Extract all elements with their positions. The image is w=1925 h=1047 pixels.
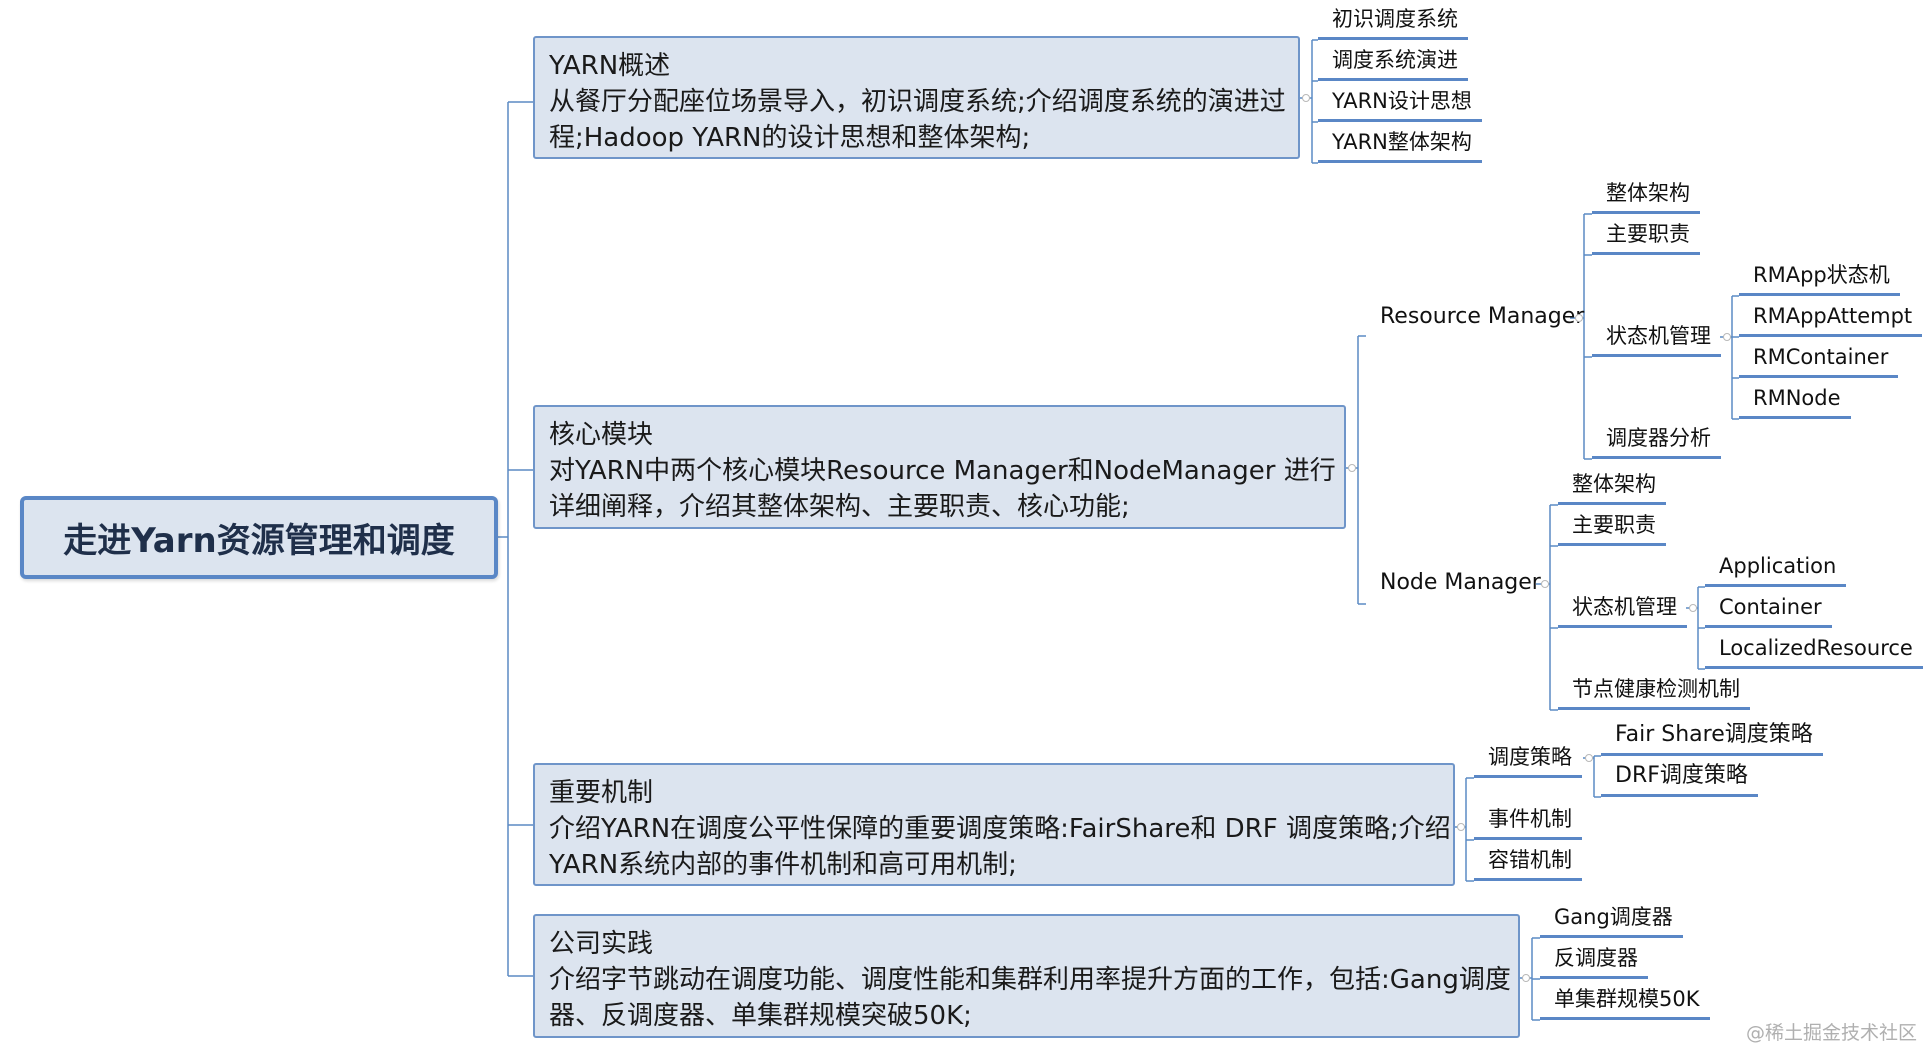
collapse-toggle-icon[interactable] (1348, 464, 1356, 472)
subtopic[interactable]: 整体架构 (1558, 467, 1666, 505)
subtopic[interactable]: Fair Share调度策略 (1601, 718, 1823, 756)
subtopic[interactable]: 状态机管理 (1592, 319, 1721, 357)
topic-core-modules[interactable]: 核心模块 对YARN中两个核心模块Resource Manager和NodeMa… (533, 405, 1346, 529)
collapse-toggle-icon[interactable] (1689, 604, 1697, 612)
collapse-toggle-icon[interactable] (1541, 580, 1549, 588)
topic-description-line: 程;Hadoop YARN的设计思想和整体架构; (549, 123, 1031, 153)
subtopic[interactable]: RMContainer (1739, 340, 1899, 378)
topic-title: 核心模块 (549, 420, 654, 450)
topic-description-line: 介绍YARN在调度公平性保障的重要调度策略:FairShare和 DRF 调度策… (549, 814, 1451, 844)
subtopic[interactable]: YARN整体架构 (1318, 125, 1482, 163)
collapse-toggle-icon[interactable] (1723, 333, 1731, 341)
subtopic[interactable]: DRF调度策略 (1601, 759, 1758, 797)
root-topic-label: 走进Yarn资源管理和调度 (63, 521, 455, 561)
root-topic[interactable]: 走进Yarn资源管理和调度 (20, 496, 498, 579)
subtopic[interactable]: 反调度器 (1540, 941, 1648, 979)
topic-yarn-overview[interactable]: YARN概述 从餐厅分配座位场景导入，初识调度系统;介绍调度系统的演进过 程;H… (533, 36, 1300, 159)
topic-key-mechanisms[interactable]: 重要机制 介绍YARN在调度公平性保障的重要调度策略:FairShare和 DR… (533, 763, 1455, 886)
topic-title: 公司实践 (549, 929, 654, 959)
collapse-toggle-icon[interactable] (1302, 94, 1310, 102)
collapse-toggle-icon[interactable] (1522, 974, 1530, 982)
subtopic[interactable]: 状态机管理 (1558, 590, 1687, 628)
subtopic[interactable]: 调度策略 (1474, 740, 1582, 778)
subtopic[interactable]: YARN设计思想 (1318, 84, 1482, 122)
subtopic[interactable]: 主要职责 (1558, 508, 1666, 546)
subtopic-node-manager[interactable]: Node Manager (1366, 566, 1551, 604)
topic-title: YARN概述 (549, 51, 671, 81)
topic-description-line: 详细阐释，介绍其整体架构、主要职责、核心功能; (549, 492, 1130, 522)
subtopic[interactable]: RMNode (1739, 381, 1851, 419)
subtopic[interactable]: 容错机制 (1474, 843, 1582, 881)
subtopic[interactable]: Container (1705, 590, 1832, 628)
subtopic[interactable]: 调度系统演进 (1318, 43, 1468, 81)
collapse-toggle-icon[interactable] (1457, 823, 1465, 831)
subtopic[interactable]: RMAppAttempt (1739, 299, 1923, 337)
subtopic[interactable]: 整体架构 (1592, 176, 1700, 214)
topic-description-line: 介绍字节跳动在调度功能、调度性能和集群利用率提升方面的工作，包括:Gang调度 (549, 965, 1511, 995)
subtopic[interactable]: Gang调度器 (1540, 900, 1683, 938)
topic-description-line: YARN系统内部的事件机制和高可用机制; (549, 850, 1017, 880)
subtopic[interactable]: RMApp状态机 (1739, 258, 1900, 296)
subtopic[interactable]: 初识调度系统 (1318, 2, 1468, 40)
watermark: @稀土掘金技术社区 (1745, 1022, 1917, 1044)
subtopic-resource-manager[interactable]: Resource Manager (1366, 300, 1594, 338)
subtopic[interactable]: 调度器分析 (1592, 421, 1721, 459)
topic-title: 重要机制 (549, 778, 654, 808)
subtopic[interactable]: 单集群规模50K (1540, 982, 1710, 1020)
subtopic[interactable]: LocalizedResource (1705, 631, 1923, 669)
topic-company-practice[interactable]: 公司实践 介绍字节跳动在调度功能、调度性能和集群利用率提升方面的工作，包括:Ga… (533, 914, 1520, 1038)
topic-description-line: 对YARN中两个核心模块Resource Manager和NodeManager… (549, 456, 1336, 486)
subtopic[interactable]: 主要职责 (1592, 217, 1700, 255)
subtopic[interactable]: 事件机制 (1474, 802, 1582, 840)
subtopic[interactable]: 节点健康检测机制 (1558, 672, 1750, 710)
topic-description-line: 器、反调度器、单集群规模突破50K; (549, 1001, 972, 1031)
topic-description-line: 从餐厅分配座位场景导入，初识调度系统;介绍调度系统的演进过 (549, 87, 1286, 117)
collapse-toggle-icon[interactable] (1575, 314, 1583, 322)
subtopic[interactable]: Application (1705, 549, 1847, 587)
collapse-toggle-icon[interactable] (1585, 754, 1593, 762)
mindmap-canvas: 走进Yarn资源管理和调度 YARN概述 从餐厅分配座位场景导入，初识调度系统;… (0, 0, 1925, 1047)
